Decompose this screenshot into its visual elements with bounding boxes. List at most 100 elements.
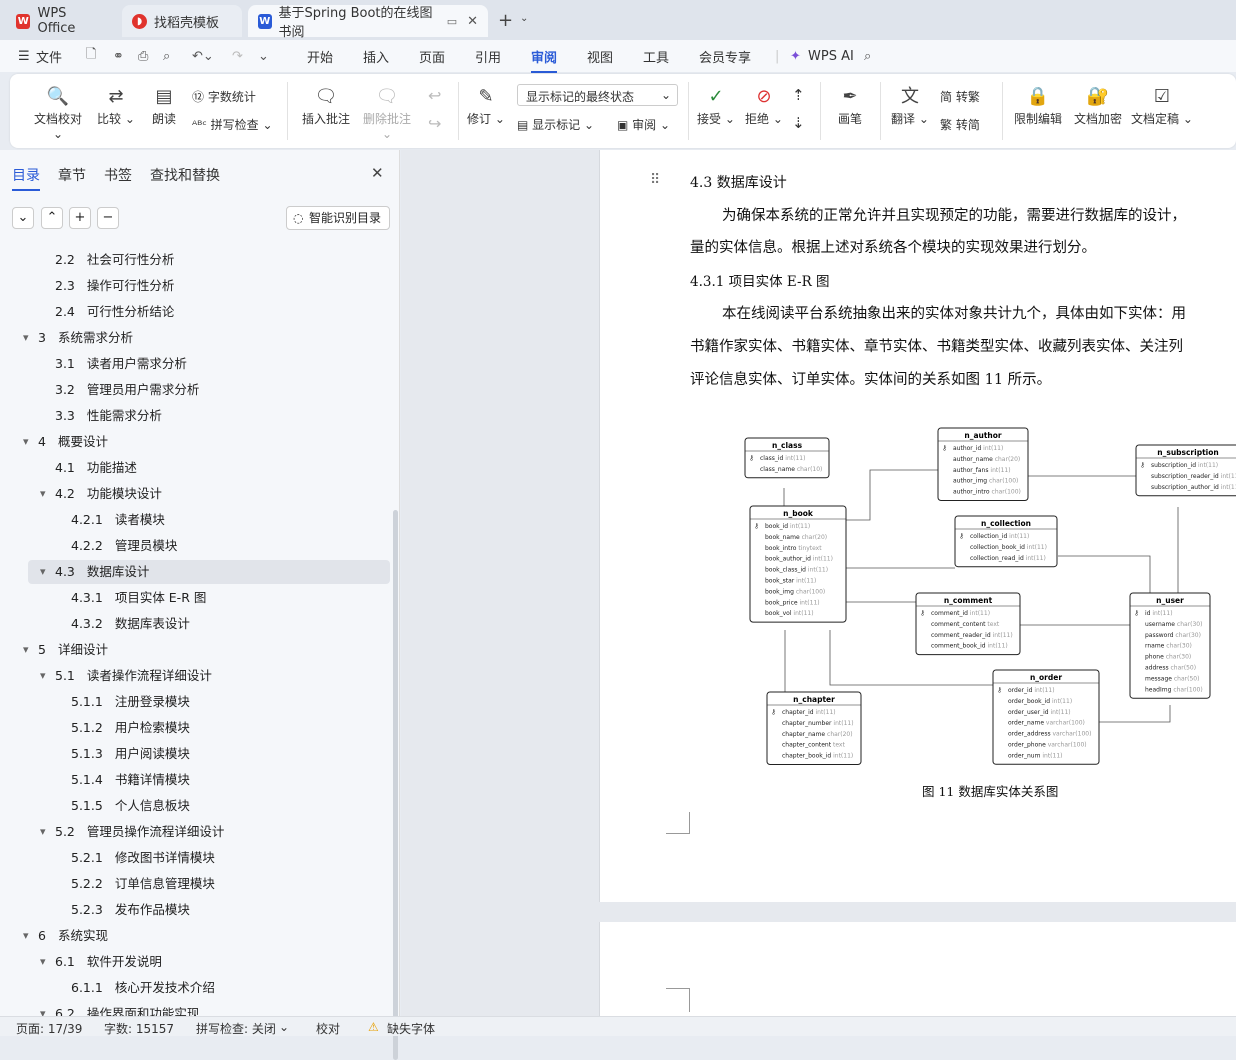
more-chevron-icon[interactable]: ⌄ bbox=[258, 49, 269, 64]
compare-button[interactable]: ⇄ 比较 ⌄ bbox=[96, 84, 136, 127]
status-proof[interactable]: 校对 bbox=[316, 1020, 340, 1037]
reject-button[interactable]: ⊘ 拒绝 ⌄ bbox=[744, 84, 784, 127]
expand-arrow-icon[interactable]: ▾ bbox=[40, 950, 46, 974]
expand-arrow-icon[interactable]: ▾ bbox=[23, 430, 29, 454]
revise-button[interactable]: ✎ 修订 ⌄ bbox=[466, 84, 506, 127]
toc-item-5[interactable]: ▾ 5 详细设计 bbox=[23, 638, 108, 662]
toc-item-3-2[interactable]: 3.2 管理员用户需求分析 bbox=[55, 378, 199, 402]
remove-heading-button[interactable]: − bbox=[97, 207, 119, 229]
wordcount-button[interactable]: ⑫ 字数统计 bbox=[192, 88, 256, 105]
menu-home[interactable]: 开始 bbox=[307, 47, 333, 66]
toc-item-5-1[interactable]: ▾ 5.1 读者操作流程详细设计 bbox=[40, 664, 212, 688]
toc-item-4-2-1[interactable]: 4.2.1 读者模块 bbox=[71, 508, 165, 532]
toc-item-3[interactable]: ▾ 3 系统需求分析 bbox=[23, 326, 133, 350]
toc-item-5-1-4[interactable]: 5.1.4 书籍详情模块 bbox=[71, 768, 190, 792]
drag-handle-icon[interactable]: ⠿ bbox=[650, 172, 660, 188]
to-traditional-button[interactable]: 简 转繁 bbox=[940, 88, 980, 105]
restrict-edit-button[interactable]: 🔒 限制编辑 bbox=[1010, 84, 1066, 127]
expand-arrow-icon[interactable]: ▾ bbox=[23, 326, 29, 350]
preview-icon[interactable]: ⌕ bbox=[163, 49, 170, 64]
close-tab-icon[interactable]: ✕ bbox=[467, 14, 478, 29]
toc-item-5-1-1[interactable]: 5.1.1 注册登录模块 bbox=[71, 690, 190, 714]
monitor-icon[interactable]: ▭ bbox=[447, 15, 457, 28]
status-words[interactable]: 字数: 15157 bbox=[104, 1020, 174, 1037]
toc-item-2-2[interactable]: 2.2 社会可行性分析 bbox=[55, 248, 174, 272]
menu-page[interactable]: 页面 bbox=[419, 47, 445, 66]
sidebar-tab-bookmarks[interactable]: 书签 bbox=[104, 165, 132, 185]
markup-state-select[interactable]: 显示标记的最终状态 ⌄ bbox=[517, 84, 678, 106]
toc-item-5-2-1[interactable]: 5.2.1 修改图书详情模块 bbox=[71, 846, 215, 870]
toc-item-5-1-5[interactable]: 5.1.5 个人信息板块 bbox=[71, 794, 190, 818]
toc-item-5-1-3[interactable]: 5.1.3 用户阅读模块 bbox=[71, 742, 190, 766]
expand-arrow-icon[interactable]: ▾ bbox=[23, 638, 29, 662]
expand-arrow-icon[interactable]: ▾ bbox=[40, 820, 46, 844]
menu-review[interactable]: 审阅 bbox=[531, 47, 558, 73]
move-up-button[interactable]: ⌃ bbox=[41, 207, 63, 229]
spellcheck-button[interactable]: ᴬᴮᶜ 拼写检查 ⌄ bbox=[192, 116, 273, 133]
save-icon[interactable]: 🗋 bbox=[86, 45, 96, 67]
ink-button[interactable]: ✒ 画笔 bbox=[830, 84, 870, 127]
toc-item-4-3-2[interactable]: 4.3.2 数据库表设计 bbox=[71, 612, 190, 636]
sidebar-tab-chapters[interactable]: 章节 bbox=[58, 165, 86, 185]
toc-item-2-4[interactable]: 2.4 可行性分析结论 bbox=[55, 300, 174, 324]
expand-arrow-icon[interactable]: ▾ bbox=[40, 482, 46, 506]
toc-item-4-2-2[interactable]: 4.2.2 管理员模块 bbox=[71, 534, 177, 558]
menu-view[interactable]: 视图 bbox=[587, 47, 613, 66]
menu-tools[interactable]: 工具 bbox=[643, 47, 669, 66]
review-pane-button[interactable]: ▣ 审阅 ⌄ bbox=[617, 116, 670, 133]
toc-item-6-1-1[interactable]: 6.1.1 核心开发技术介绍 bbox=[71, 976, 215, 1000]
menu-file[interactable]: 文件 bbox=[36, 47, 62, 66]
toc-item-5-2[interactable]: ▾ 5.2 管理员操作流程详细设计 bbox=[40, 820, 224, 844]
toc-item-4-3[interactable]: ▾ 4.3 数据库设计 bbox=[28, 560, 390, 584]
finalize-button[interactable]: ☑ 文档定稿 ⌄ bbox=[1130, 84, 1194, 127]
status-page[interactable]: 页面: 17/39 bbox=[16, 1020, 82, 1037]
toc-item-5-1-2[interactable]: 5.1.2 用户检索模块 bbox=[71, 716, 190, 740]
toc-item-4-2[interactable]: ▾ 4.2 功能模块设计 bbox=[40, 482, 162, 506]
toc-item-4-3-1[interactable]: 4.3.1 项目实体 E-R 图 bbox=[71, 586, 206, 610]
toc-item-6-1[interactable]: ▾ 6.1 软件开发说明 bbox=[40, 950, 162, 974]
toc-item-2-3[interactable]: 2.3 操作可行性分析 bbox=[55, 274, 174, 298]
expand-arrow-icon[interactable]: ▾ bbox=[40, 560, 46, 584]
search-icon[interactable]: ⌕ bbox=[864, 49, 871, 64]
show-markup-button[interactable]: ▤ 显示标记 ⌄ bbox=[517, 116, 594, 133]
undo-icon[interactable]: ↶⌄ bbox=[192, 49, 214, 64]
status-spell[interactable]: 拼写检查: 关闭 bbox=[196, 1020, 276, 1037]
toc-item-5-2-2[interactable]: 5.2.2 订单信息管理模块 bbox=[71, 872, 215, 896]
tab-document[interactable]: W 基于Spring Boot的在线图书阅 ▭ ✕ bbox=[248, 5, 488, 40]
prev-comment-icon[interactable]: ↩ bbox=[428, 86, 441, 105]
toc-item-3-3[interactable]: 3.3 性能需求分析 bbox=[55, 404, 162, 428]
read-aloud-button[interactable]: ▤ 朗读 bbox=[144, 84, 184, 127]
insert-comment-button[interactable]: 🗨 插入批注 bbox=[298, 84, 354, 127]
menu-reference[interactable]: 引用 bbox=[475, 47, 501, 66]
sidebar-scrollbar[interactable] bbox=[393, 510, 398, 1060]
redo-icon[interactable]: ↷ bbox=[232, 49, 243, 64]
sidebar-tab-toc[interactable]: 目录 bbox=[12, 165, 40, 191]
close-icon[interactable]: ✕ bbox=[371, 164, 384, 182]
expand-arrow-icon[interactable]: ▾ bbox=[23, 924, 29, 948]
toc-item-3-1[interactable]: 3.1 读者用户需求分析 bbox=[55, 352, 187, 376]
toc-item-4-1[interactable]: 4.1 功能描述 bbox=[55, 456, 137, 480]
toc-item-5-2-3[interactable]: 5.2.3 发布作品模块 bbox=[71, 898, 190, 922]
print-icon[interactable]: ⎙ bbox=[138, 49, 148, 64]
menu-insert[interactable]: 插入 bbox=[363, 47, 389, 66]
expand-arrow-icon[interactable]: ▾ bbox=[40, 664, 46, 688]
link-icon[interactable]: ⚭ bbox=[113, 49, 124, 64]
delete-comment-button[interactable]: 🗨 删除批注 ⌄ bbox=[359, 84, 415, 141]
next-change-icon[interactable]: ⇣ bbox=[792, 114, 805, 132]
toc-item-6[interactable]: ▾ 6 系统实现 bbox=[23, 924, 108, 948]
translate-button[interactable]: 文翻译 ⌄ bbox=[890, 84, 930, 127]
encrypt-button[interactable]: 🔐 文档加密 bbox=[1070, 84, 1126, 127]
menu-icon[interactable]: ☰ bbox=[18, 49, 30, 64]
chevron-down-icon[interactable]: ⌄ bbox=[279, 1020, 289, 1034]
proof-button[interactable]: 🔍 文档校对 ⌄ bbox=[28, 84, 88, 141]
sidebar-tab-find-replace[interactable]: 查找和替换 bbox=[150, 165, 220, 185]
to-simplified-button[interactable]: 繁 转简 bbox=[940, 116, 980, 133]
prev-change-icon[interactable]: ⇡ bbox=[792, 86, 805, 104]
status-missing-font[interactable]: 缺失字体 bbox=[387, 1020, 435, 1037]
accept-button[interactable]: ✓ 接受 ⌄ bbox=[696, 84, 736, 127]
chevron-down-icon[interactable]: ⌄ bbox=[520, 13, 528, 24]
tab-wps-office[interactable]: W WPS Office bbox=[6, 5, 116, 37]
new-tab-icon[interactable]: + bbox=[498, 10, 513, 31]
next-comment-icon[interactable]: ↪ bbox=[428, 114, 441, 133]
menu-member[interactable]: 会员专享 bbox=[699, 47, 751, 66]
